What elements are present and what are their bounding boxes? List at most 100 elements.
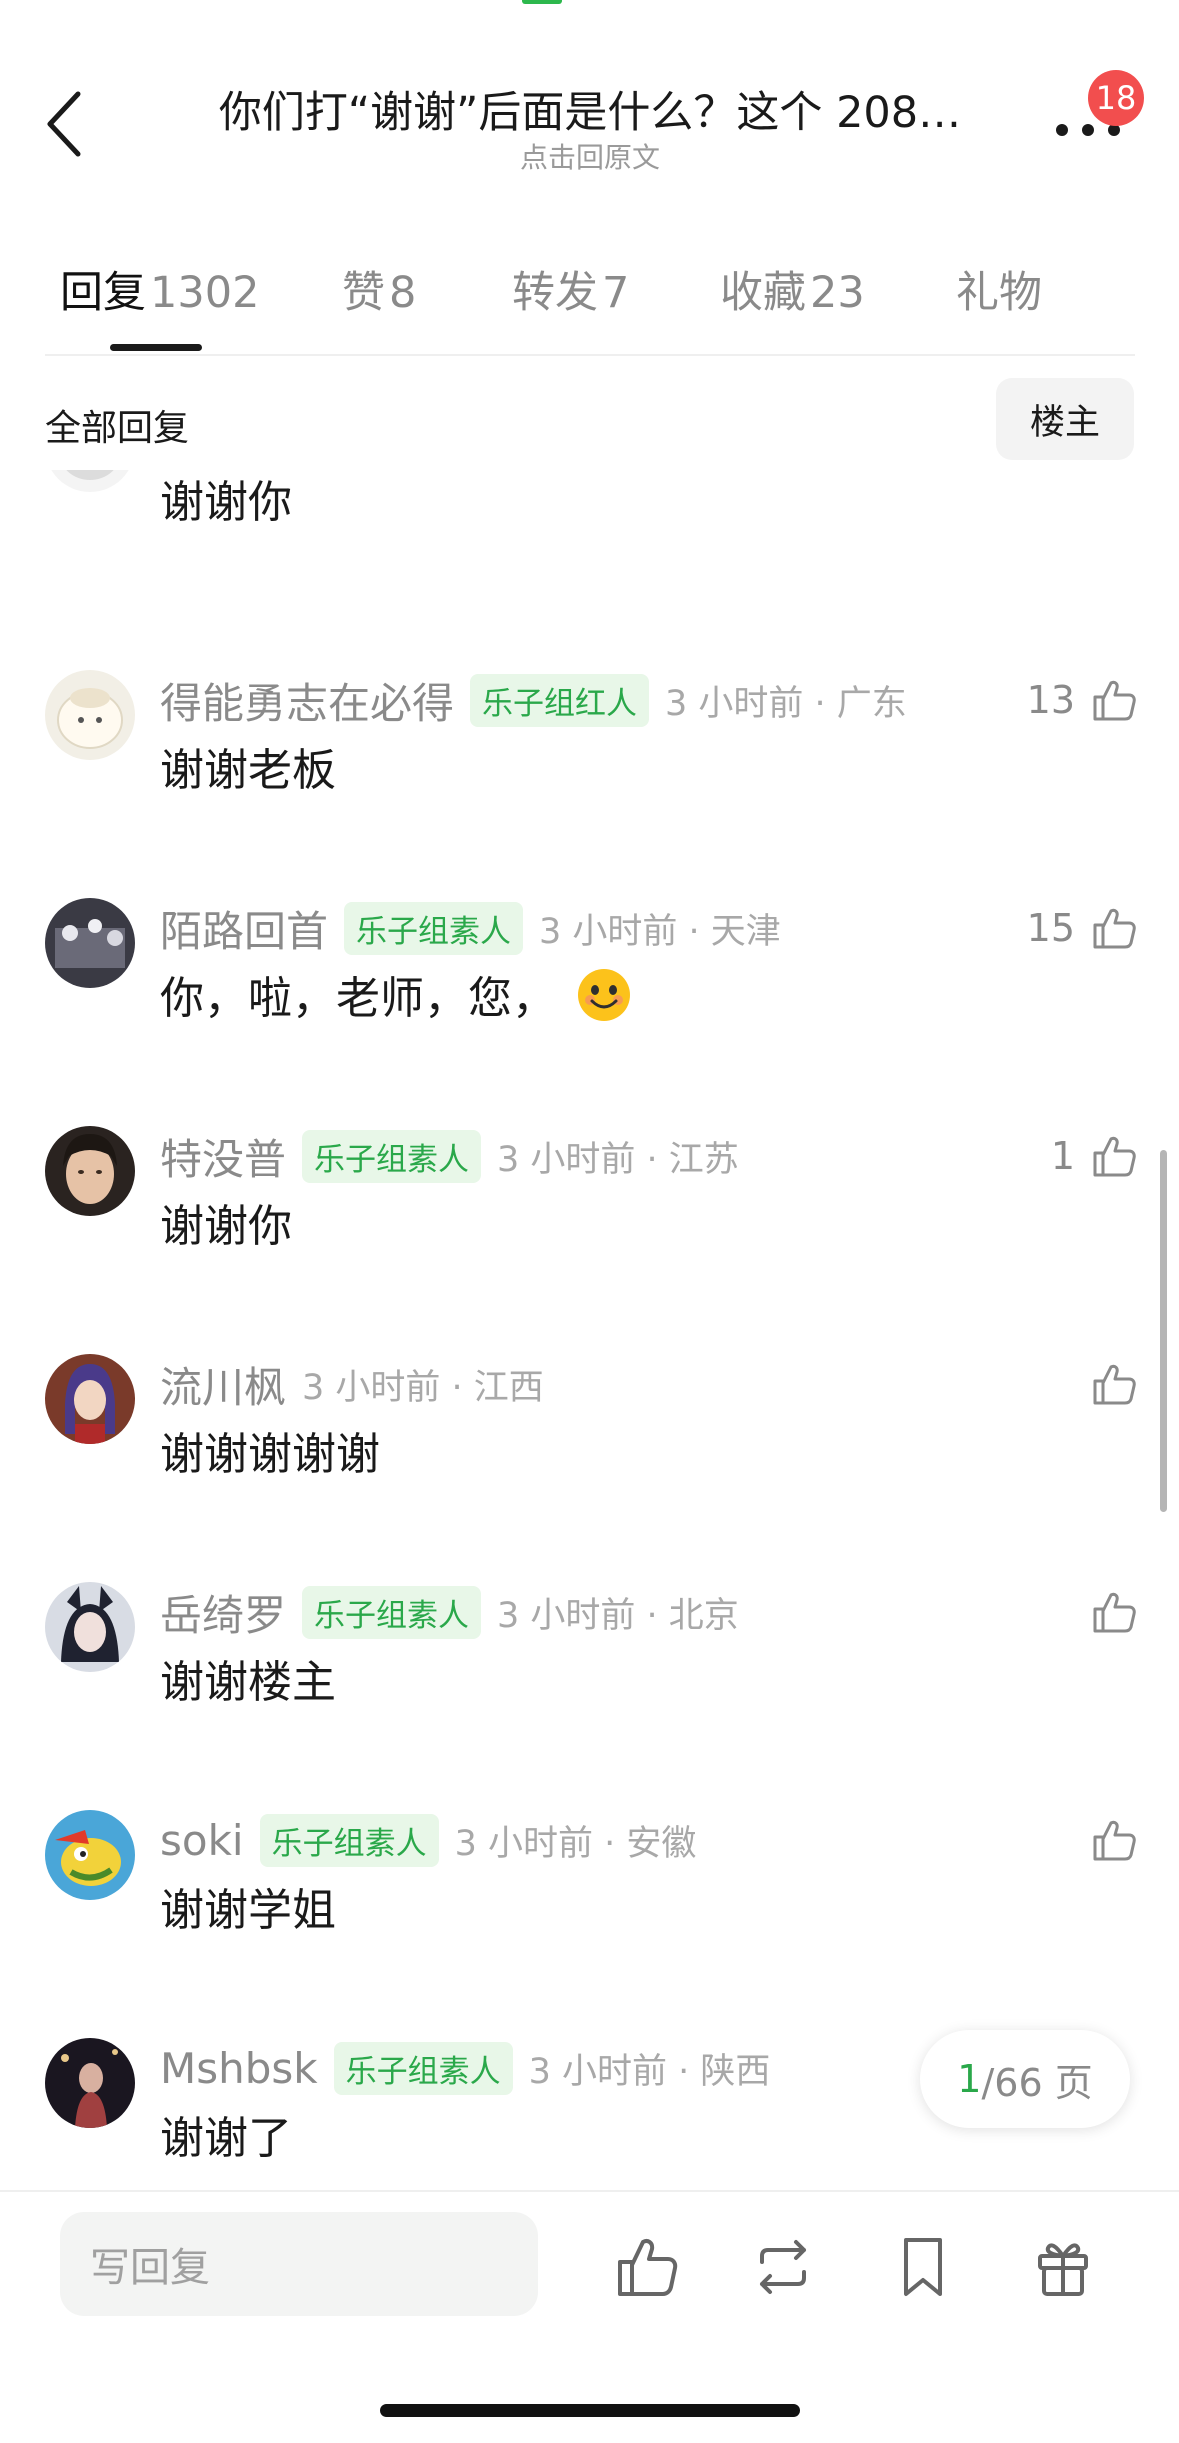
- time-location: 3 小时前 · 安徽: [454, 1823, 697, 1864]
- list-item[interactable]: 得能勇志在必得 乐子组红人 3 小时前 · 广东 谢谢老板 13: [0, 670, 1179, 898]
- username[interactable]: 特没普: [160, 1126, 286, 1187]
- scrollbar[interactable]: [1160, 1150, 1167, 1512]
- comment-text: 谢谢老板: [160, 745, 336, 796]
- repost-icon: [760, 2240, 806, 2294]
- tab-count: 1302: [150, 268, 260, 318]
- user-badge: 乐子组红人: [470, 673, 650, 727]
- avatar[interactable]: [45, 1582, 135, 1672]
- tab-gifts[interactable]: 礼物: [956, 258, 1042, 320]
- back-button[interactable]: [42, 88, 90, 160]
- time-location: 3 小时前 · 陕西: [528, 2051, 771, 2092]
- divider: [0, 2190, 1179, 2192]
- tab-bar: 回复1302 赞8 转发7 收藏23 礼物: [0, 258, 1179, 358]
- avatar[interactable]: [45, 1354, 135, 1444]
- tab-count: 8: [389, 268, 417, 318]
- list-item[interactable]: 特没普 乐子组素人 3 小时前 · 江苏 谢谢你 1: [0, 1126, 1179, 1354]
- user-badge: 乐子组素人: [333, 2041, 513, 2095]
- thumbs-up-icon: [1093, 908, 1136, 949]
- time-location: 3 小时前 · 天津: [539, 911, 781, 952]
- comment-text: 你，啦，老师，您，: [160, 973, 556, 1024]
- comment-meta: 得能勇志在必得 乐子组红人 3 小时前 · 广东: [160, 670, 907, 730]
- time-location: 3 小时前 · 江苏: [497, 1139, 739, 1180]
- time-location: 3 小时前 · 广东: [665, 683, 907, 724]
- comment-meta: soki 乐子组素人 3 小时前 · 安徽: [160, 1810, 696, 1870]
- avatar[interactable]: [45, 670, 135, 760]
- home-indicator: [380, 2404, 800, 2417]
- list-item[interactable]: 流川枫 3 小时前 · 江西 谢谢谢谢谢: [0, 1354, 1179, 1582]
- tab-label: 回复: [60, 268, 146, 318]
- username[interactable]: 陌路回首: [160, 898, 328, 959]
- comment-meta: 特没普 乐子组素人 3 小时前 · 江苏: [160, 1126, 739, 1186]
- like-post-button[interactable]: [612, 2232, 682, 2302]
- avatar[interactable]: [45, 898, 135, 988]
- notification-badge: 18: [1088, 70, 1144, 126]
- thumbs-up-icon: [1093, 1592, 1136, 1633]
- list-item[interactable]: 岳绮罗 乐子组素人 3 小时前 · 北京 谢谢楼主: [0, 1582, 1179, 1810]
- avatar[interactable]: [45, 470, 135, 492]
- gift-icon: [1038, 2243, 1088, 2296]
- back-to-original-link[interactable]: 点击回原文: [180, 136, 1000, 176]
- total-pages: /66 页: [981, 2060, 1093, 2105]
- like-button[interactable]: 1: [1051, 1128, 1139, 1184]
- user-badge: 乐子组素人: [344, 901, 524, 955]
- user-badge: 乐子组素人: [302, 1585, 482, 1639]
- chevron-left-icon: [47, 91, 81, 157]
- like-button[interactable]: 13: [1027, 672, 1139, 728]
- tab-label: 赞: [342, 268, 385, 318]
- list-item[interactable]: 陌路回首 乐子组素人 3 小时前 · 天津 你，啦，老师，您， 15: [0, 898, 1179, 1126]
- thumbs-up-icon: [1093, 680, 1136, 721]
- tab-label: 转发: [512, 268, 598, 318]
- like-count: 15: [1026, 906, 1075, 950]
- tab-likes[interactable]: 赞8: [342, 258, 416, 320]
- bookmark-button[interactable]: [888, 2232, 958, 2302]
- like-button[interactable]: [1089, 1356, 1139, 1412]
- tab-replies[interactable]: 回复1302: [60, 258, 259, 320]
- thumbs-up-icon: [1093, 1136, 1136, 1177]
- comment-text: 谢谢了: [160, 2113, 292, 2164]
- username[interactable]: 得能勇志在必得: [160, 670, 454, 731]
- gift-button[interactable]: [1028, 2232, 1098, 2302]
- comment-text: 谢谢楼主: [160, 1657, 336, 1708]
- like-button[interactable]: 15: [1027, 900, 1139, 956]
- tab-label: 收藏: [720, 268, 806, 318]
- page-indicator[interactable]: 1/66 页: [920, 2030, 1130, 2128]
- username[interactable]: Mshbsk: [160, 2044, 318, 2093]
- tab-count: 7: [602, 268, 630, 318]
- comment-list: 谢谢你 得能勇志在必得 乐子组红人 3 小时前 · 广东 谢谢老板 13 陌路回…: [0, 470, 1179, 2190]
- reply-input[interactable]: 写回复: [60, 2212, 538, 2316]
- avatar[interactable]: [45, 1810, 135, 1900]
- page-title[interactable]: 你们打“谢谢”后面是什么？这个 208…: [180, 78, 1000, 140]
- avatar[interactable]: [45, 1126, 135, 1216]
- avatar[interactable]: [45, 2038, 135, 2128]
- username[interactable]: 流川枫: [160, 1354, 286, 1415]
- top-indicator: [522, 0, 562, 4]
- tab-reposts[interactable]: 转发7: [512, 258, 629, 320]
- comment-content: 你，啦，老师，您，: [160, 962, 632, 1026]
- list-item[interactable]: 谢谢你: [0, 470, 1179, 630]
- comment-meta: 陌路回首 乐子组素人 3 小时前 · 天津: [160, 898, 781, 958]
- comment-text: 谢谢你: [160, 1201, 292, 1252]
- comment-text: 谢谢你: [160, 477, 292, 528]
- user-badge: 乐子组素人: [302, 1129, 482, 1183]
- tab-favorites[interactable]: 收藏23: [720, 258, 865, 320]
- like-button[interactable]: [1089, 1584, 1139, 1640]
- like-count: 13: [1026, 678, 1075, 722]
- tab-label: 礼物: [956, 268, 1042, 318]
- divider: [45, 354, 1135, 356]
- comment-meta: 岳绮罗 乐子组素人 3 小时前 · 北京: [160, 1582, 739, 1642]
- op-only-button[interactable]: 楼主: [996, 378, 1134, 460]
- list-item[interactable]: soki 乐子组素人 3 小时前 · 安徽 谢谢学姐: [0, 1810, 1179, 2038]
- like-button[interactable]: [1089, 1812, 1139, 1868]
- tab-count: 23: [810, 268, 865, 318]
- comment-text: 谢谢谢谢谢: [160, 1429, 380, 1480]
- repost-button[interactable]: [748, 2232, 818, 2302]
- username[interactable]: 岳绮罗: [160, 1582, 286, 1643]
- like-count: 1: [1050, 1134, 1075, 1178]
- username[interactable]: soki: [160, 1816, 244, 1865]
- time-location: 3 小时前 · 北京: [497, 1595, 739, 1636]
- thumbs-up-icon: [1093, 1820, 1136, 1861]
- user-badge: 乐子组素人: [259, 1813, 439, 1867]
- comment-meta: Mshbsk 乐子组素人 3 小时前 · 陕西: [160, 2038, 770, 2098]
- bookmark-icon: [904, 2238, 942, 2296]
- all-replies-label[interactable]: 全部回复: [45, 399, 189, 451]
